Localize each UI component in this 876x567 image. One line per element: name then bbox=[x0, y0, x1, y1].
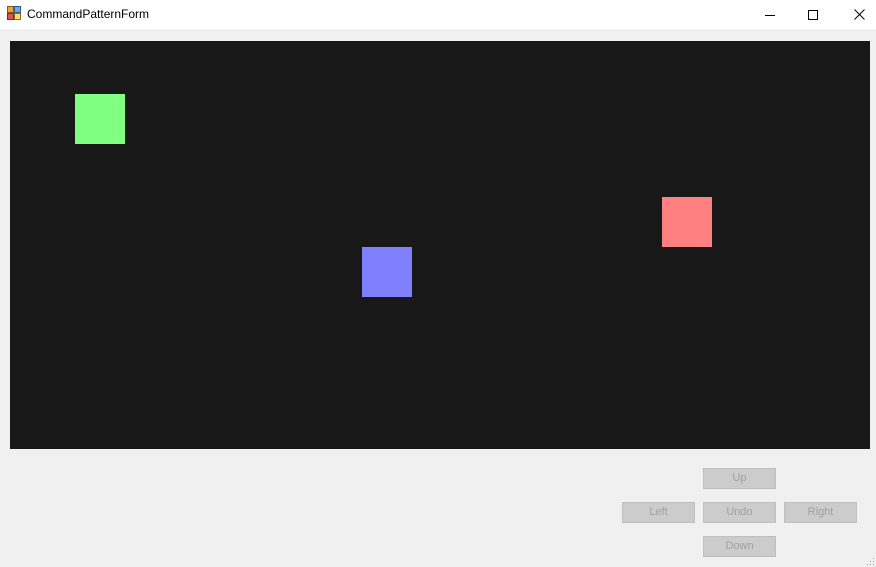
close-icon bbox=[853, 9, 865, 20]
up-button[interactable]: Up bbox=[703, 468, 776, 489]
maximize-icon bbox=[808, 9, 818, 20]
minimize-button[interactable] bbox=[747, 0, 793, 29]
red-square bbox=[662, 197, 712, 247]
window-title: CommandPatternForm bbox=[27, 7, 150, 21]
close-button[interactable] bbox=[836, 0, 876, 29]
green-square bbox=[75, 94, 125, 144]
left-button[interactable]: Left bbox=[622, 502, 695, 523]
drawing-canvas[interactable] bbox=[10, 41, 870, 449]
resize-grip-icon[interactable] bbox=[865, 556, 875, 566]
blue-square bbox=[362, 247, 412, 297]
app-window: CommandPatternForm Up Left Undo Right Do… bbox=[0, 0, 876, 567]
maximize-button[interactable] bbox=[790, 0, 836, 29]
down-button[interactable]: Down bbox=[703, 536, 776, 557]
undo-button[interactable]: Undo bbox=[703, 502, 776, 523]
minimize-icon bbox=[765, 14, 775, 16]
right-button[interactable]: Right bbox=[784, 502, 857, 523]
title-bar[interactable]: CommandPatternForm bbox=[0, 0, 876, 29]
winforms-app-icon bbox=[7, 6, 21, 20]
